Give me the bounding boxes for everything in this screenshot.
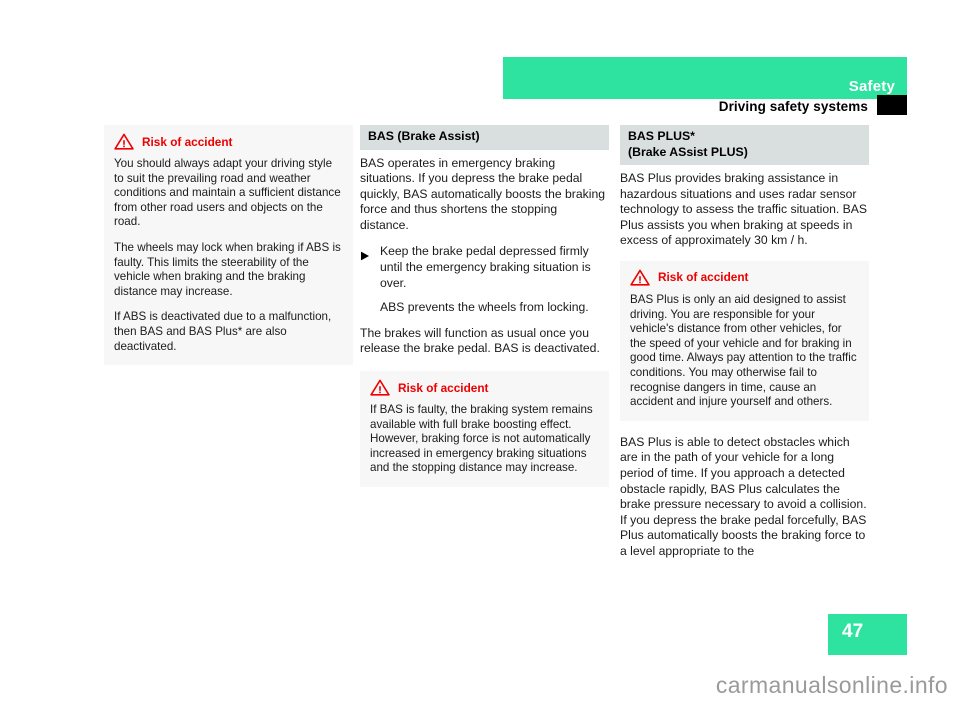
warning-paragraph: You should always adapt your driving sty… bbox=[114, 157, 341, 229]
section-heading-label-line2: (Brake ASsist PLUS) bbox=[628, 144, 748, 159]
warning-triangle-icon bbox=[630, 269, 650, 286]
chapter-marker bbox=[877, 95, 907, 115]
page-title: Safety bbox=[848, 78, 895, 95]
warning-paragraph: The wheels may lock when braking if ABS … bbox=[114, 240, 341, 298]
warning-box: Risk of accident If BAS is faulty, the b… bbox=[360, 371, 609, 487]
instruction-step-note: ABS prevents the wheels from locking. bbox=[380, 300, 589, 315]
column-one: Risk of accident You should always adapt… bbox=[104, 125, 353, 377]
outro-paragraph: The brakes will function as usual once y… bbox=[360, 325, 600, 356]
intro-paragraph: BAS operates in emergency braking situat… bbox=[360, 155, 605, 232]
section-heading-label-line1: BAS PLUS* bbox=[628, 129, 695, 143]
warning-title: Risk of accident bbox=[398, 380, 489, 395]
column-two: BAS (Brake Assist) BAS operates in emerg… bbox=[360, 125, 609, 499]
warning-box: Risk of accident BAS Plus is only an aid… bbox=[620, 260, 869, 421]
warning-header: Risk of accident bbox=[114, 133, 343, 150]
warning-paragraph: BAS Plus is only an aid designed to assi… bbox=[630, 292, 857, 409]
content-columns: Risk of accident You should always adapt… bbox=[0, 125, 960, 595]
section-subtitle: Driving safety systems bbox=[718, 99, 868, 114]
outro-paragraph: BAS Plus is able to detect obstacles whi… bbox=[620, 434, 867, 558]
column-three: BAS PLUS* (Brake ASsist PLUS) BAS Plus p… bbox=[620, 125, 869, 559]
warning-triangle-icon bbox=[370, 379, 390, 396]
watermark: carmanualsonline.info bbox=[715, 672, 948, 698]
instruction-step: Keep the brake pedal depressed firmly un… bbox=[360, 244, 609, 315]
warning-box: Risk of accident You should always adapt… bbox=[104, 125, 353, 366]
instruction-step-body: Keep the brake pedal depressed firmly un… bbox=[380, 244, 609, 315]
header-band: Safety bbox=[503, 57, 907, 99]
warning-paragraph: If BAS is faulty, the braking system rem… bbox=[370, 403, 593, 475]
intro-paragraph: BAS Plus provides braking assistance in … bbox=[620, 171, 868, 248]
warning-triangle-icon bbox=[114, 133, 134, 150]
instruction-step-text: Keep the brake pedal depressed firmly un… bbox=[380, 244, 591, 290]
section-heading-label: BAS (Brake Assist) bbox=[368, 129, 480, 143]
warning-header: Risk of accident bbox=[370, 379, 599, 396]
warning-title: Risk of accident bbox=[658, 270, 749, 285]
page-number: 47 bbox=[842, 621, 864, 642]
triangle-right-bullet-icon bbox=[360, 244, 371, 315]
section-heading-bas-plus: BAS PLUS* (Brake ASsist PLUS) bbox=[620, 125, 869, 165]
warning-paragraph: If ABS is deactivated due to a malfuncti… bbox=[114, 310, 332, 353]
page-number-box: 47 bbox=[828, 614, 907, 655]
warning-header: Risk of accident bbox=[630, 269, 859, 286]
section-heading-bas: BAS (Brake Assist) bbox=[360, 125, 609, 150]
warning-title: Risk of accident bbox=[142, 134, 233, 149]
